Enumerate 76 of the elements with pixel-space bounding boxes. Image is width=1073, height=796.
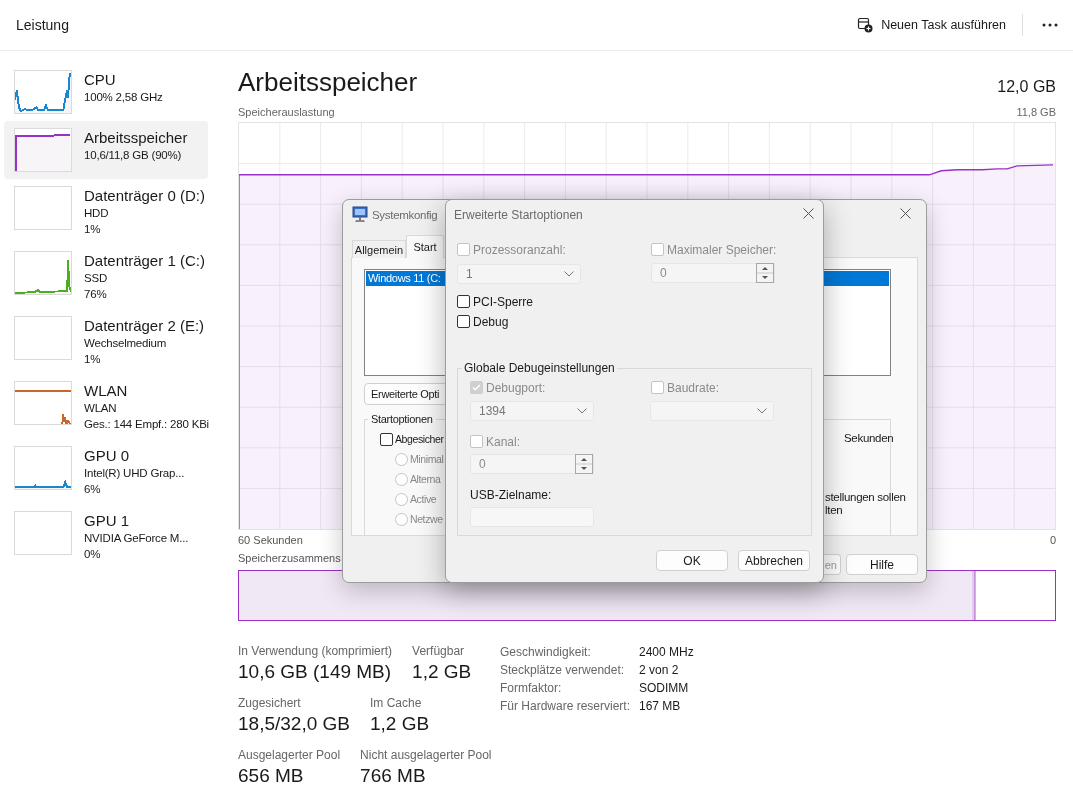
tab[interactable]: Allgemein bbox=[352, 240, 406, 258]
stat-label: Nicht ausgelagerter Pool bbox=[360, 747, 492, 763]
note-text: lten bbox=[825, 503, 843, 517]
stat-value: 10,6 GB (149 MB) bbox=[238, 660, 393, 684]
chart-max-label: 11,8 GB bbox=[1016, 105, 1056, 119]
radio-label: Active bbox=[410, 492, 437, 506]
new-task-button[interactable]: Neuen Task ausführen bbox=[849, 11, 1014, 39]
usage-graph bbox=[14, 186, 72, 230]
capacity-value: 12,0 GB bbox=[997, 77, 1056, 97]
detail-label: Formfaktor: bbox=[500, 680, 563, 697]
chevron-icon bbox=[577, 408, 587, 414]
detail-label: Für Hardware reserviert: bbox=[500, 698, 632, 715]
page-title: Leistung bbox=[16, 17, 70, 33]
sidebar-item[interactable]: GPU 0 Intel(R) UHD Grap... 6% bbox=[4, 439, 208, 504]
checkbox-label: Prozessoranzahl: bbox=[473, 243, 566, 257]
checkbox[interactable] bbox=[457, 295, 470, 308]
checkbox-label: PCI-Sperre bbox=[473, 295, 534, 309]
checkbox-label: Baudrate: bbox=[667, 381, 720, 395]
radio-label: Alterna bbox=[410, 472, 441, 486]
detail-value: SODIMM bbox=[639, 680, 690, 697]
sidebar-item[interactable]: GPU 1 NVIDIA GeForce M... 0% bbox=[4, 504, 208, 569]
chart-label: Speicherzusammens bbox=[238, 551, 341, 565]
new-task-icon bbox=[857, 17, 874, 33]
usage-graph bbox=[14, 316, 72, 360]
tab[interactable]: Start bbox=[406, 235, 444, 258]
checkbox[interactable] bbox=[380, 433, 393, 446]
note-text: stellungen sollen bbox=[825, 490, 906, 504]
button: en bbox=[824, 554, 841, 575]
more-icon bbox=[1042, 23, 1058, 27]
field-label: USB-Zielname: bbox=[470, 488, 552, 502]
computer-icon bbox=[352, 205, 370, 223]
stat-label: Verfügbar bbox=[412, 643, 466, 659]
detail-value: 167 MB bbox=[639, 698, 682, 715]
sidebar-item[interactable]: Datenträger 1 (C:) SSD 76% bbox=[4, 244, 208, 309]
detail-label: Geschwindigkeit: bbox=[500, 644, 592, 661]
radio-label: Minimal bbox=[410, 452, 444, 466]
sidebar-item[interactable]: CPU 100% 2,58 GHz bbox=[4, 63, 208, 121]
radio-label: Netzwe bbox=[410, 512, 443, 526]
checkbox-label: Maximaler Speicher: bbox=[667, 243, 777, 257]
stat-label: Im Cache bbox=[369, 695, 423, 711]
button[interactable]: Hilfe bbox=[846, 554, 918, 575]
group-title: Startoptionen bbox=[368, 412, 436, 426]
stat-label: Zugesichert bbox=[238, 695, 302, 711]
detail-value: 2 von 2 bbox=[639, 662, 680, 679]
sidebar-item[interactable]: Datenträger 0 (D:) HDD 1% bbox=[4, 179, 208, 244]
stat-value: 1,2 GB bbox=[412, 660, 472, 684]
sidebar-item[interactable]: Datenträger 2 (E:) Wechselmedium 1% bbox=[4, 309, 208, 374]
page-heading: Arbeitsspeicher bbox=[238, 66, 418, 99]
stat-value: 1,2 GB bbox=[369, 712, 430, 736]
sidebar-item[interactable]: WLAN WLAN Ges.: 144 Empf.: 280 KBi bbox=[4, 374, 208, 439]
stat-value: 766 MB bbox=[360, 764, 427, 788]
stat-label: In Verwendung (komprimiert) bbox=[238, 643, 393, 659]
window-title: Erweiterte Startoptionen bbox=[454, 208, 583, 222]
detail-label: Steckplätze verwendet: bbox=[500, 662, 626, 679]
unit-label: Sekunden bbox=[844, 431, 894, 445]
checkbox-label: Debug bbox=[473, 315, 509, 329]
sidebar-item[interactable]: Arbeitsspeicher 10,6/11,8 GB (90%) bbox=[4, 121, 208, 179]
window-title: Systemkonfig bbox=[372, 208, 438, 222]
checkbox-label: Kanal: bbox=[486, 435, 521, 449]
chevron-icon bbox=[757, 408, 767, 414]
axis-label: 0 bbox=[1049, 533, 1056, 547]
detail-value: 2400 MHz bbox=[639, 644, 694, 661]
stat-value: 656 MB bbox=[238, 764, 305, 788]
button[interactable]: Abbrechen bbox=[738, 550, 810, 571]
stat-value: 18,5/32,0 GB bbox=[238, 712, 350, 736]
chevron-icon bbox=[564, 271, 574, 277]
group-title: Globale Debugeinstellungen bbox=[462, 361, 617, 375]
chart-label: Speicherauslastung bbox=[238, 105, 335, 119]
checkbox-label: Abgesicher bbox=[395, 432, 444, 446]
close-icon[interactable] bbox=[803, 208, 814, 219]
checkbox[interactable] bbox=[457, 315, 470, 328]
button[interactable]: OK bbox=[656, 550, 728, 571]
close-icon[interactable] bbox=[900, 208, 911, 219]
axis-label: 60 Sekunden bbox=[238, 533, 303, 547]
usage-graph bbox=[14, 511, 72, 555]
stat-label: Ausgelagerter Pool bbox=[238, 747, 341, 763]
